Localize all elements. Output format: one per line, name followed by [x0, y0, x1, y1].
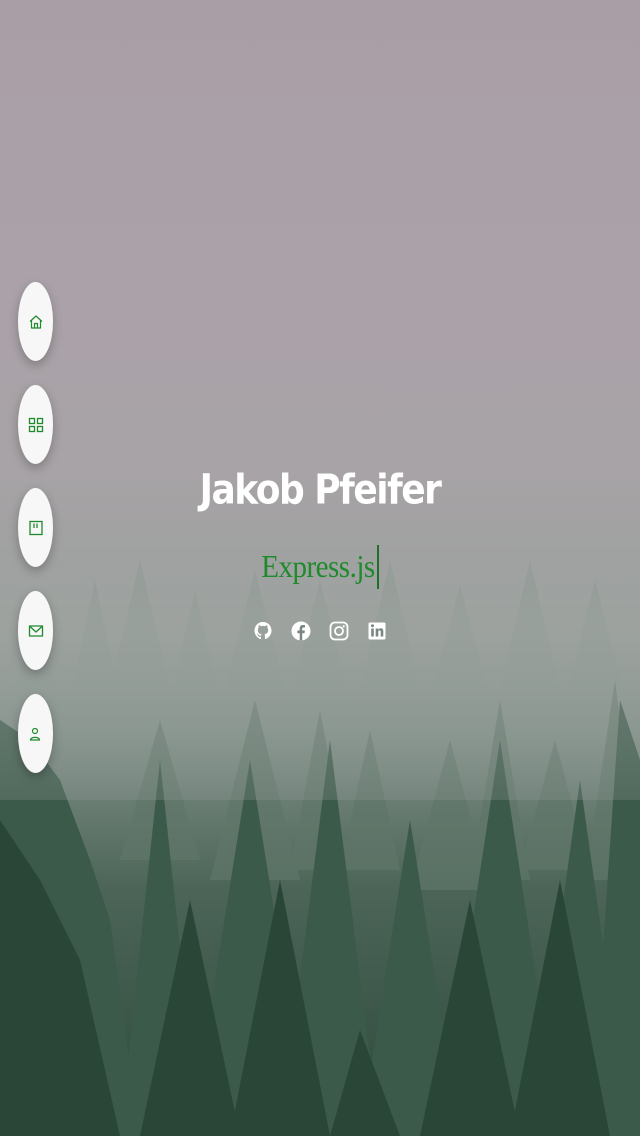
hero-section: Jakob Pfeifer Express.js	[0, 466, 640, 647]
facebook-link[interactable]	[290, 617, 312, 647]
linkedin-icon	[368, 622, 386, 640]
typed-role-container: Express.js	[0, 545, 640, 589]
profile-name: Jakob Pfeifer	[199, 466, 442, 515]
user-icon	[29, 727, 40, 741]
github-icon	[254, 622, 272, 640]
linkedin-link[interactable]	[366, 617, 388, 647]
instagram-icon	[329, 621, 349, 641]
nav-about-button[interactable]	[18, 694, 53, 773]
instagram-link[interactable]	[328, 617, 350, 647]
home-icon	[29, 314, 42, 329]
social-links	[0, 617, 640, 647]
nav-home-button[interactable]	[18, 282, 53, 361]
facebook-icon	[291, 621, 311, 641]
grid-icon	[28, 417, 43, 432]
nav-portfolio-button[interactable]	[18, 385, 53, 464]
typing-caret	[376, 545, 379, 589]
typed-role-text: Express.js	[261, 548, 375, 585]
github-link[interactable]	[252, 617, 274, 647]
